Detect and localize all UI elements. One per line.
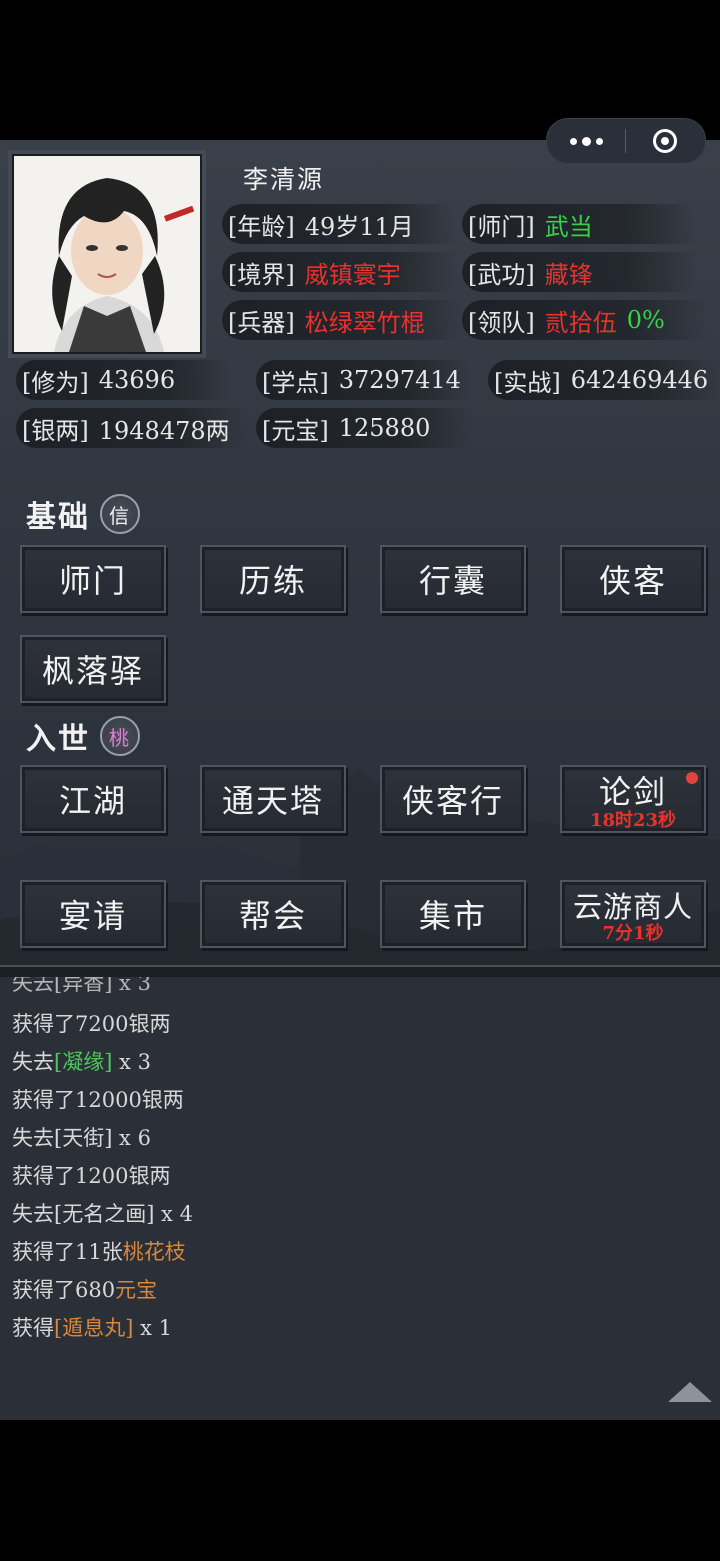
realm-label: [境界]	[228, 260, 295, 289]
team-label: [领队]	[468, 308, 535, 337]
sect-row: [师门] 武当	[462, 204, 698, 244]
log-line: 失去[天街] x 6	[12, 1126, 151, 1150]
log-text: 失去	[12, 1050, 54, 1074]
log-line-partial: 失去[异香] x 3	[12, 977, 151, 995]
log-item: [遁息丸]	[54, 1316, 134, 1340]
martial-row: [武功] 藏锋	[462, 252, 698, 292]
button-jianghu-label: 江湖	[58, 782, 127, 820]
button-jishi-label: 集市	[418, 897, 487, 935]
yunyou-timer: 7分1秒	[602, 923, 664, 944]
message-log[interactable]: 失去[异香] x 3 获得了7200银两 失去[凝缘] x 3 获得了12000…	[0, 977, 720, 1420]
silver-row: [银两] 1948478两	[16, 408, 248, 448]
log-line: 获得[遁息丸] x 1	[12, 1312, 172, 1342]
lunjian-timer: 18时23秒	[589, 810, 677, 831]
log-qty: x 1	[133, 1316, 172, 1340]
section-world-title: 入世	[26, 722, 90, 757]
button-tongtianta-label: 通天塔	[221, 782, 324, 820]
combat-label: [实战]	[494, 368, 561, 397]
points-value: 37297414	[338, 366, 461, 394]
close-target-icon[interactable]	[626, 119, 704, 163]
yuanbao-value: 125880	[338, 414, 431, 442]
button-lunjian[interactable]: 论剑 18时23秒	[560, 765, 706, 833]
realm-value: 威镇寰宇	[304, 260, 401, 289]
button-xiakexing-label: 侠客行	[401, 782, 504, 820]
button-jianghu[interactable]: 江湖	[20, 765, 166, 833]
button-banghui-label: 帮会	[238, 897, 307, 935]
martial-label: [武功]	[468, 260, 535, 289]
cultivation-value: 43696	[98, 366, 176, 394]
combat-row: [实战] 642469446	[488, 360, 720, 400]
button-yunyou-shangren[interactable]: 云游商人 7分1秒	[560, 880, 706, 948]
button-yanqing-label: 宴请	[58, 897, 127, 935]
button-xiake[interactable]: 侠客	[560, 545, 706, 613]
age-label: [年龄]	[228, 212, 295, 241]
points-label: [学点]	[262, 368, 329, 397]
weapon-label: [兵器]	[228, 308, 295, 337]
log-line: 获得了7200银两	[12, 1012, 171, 1036]
yuanbao-label: [元宝]	[262, 416, 329, 445]
main-panel: 李清源 [年龄] 49岁11月 [师门] 武当 [境界] 威镇寰宇 [武功] 藏…	[0, 140, 720, 970]
points-row: [学点] 37297414	[256, 360, 472, 400]
avatar	[14, 156, 200, 352]
button-yanqing[interactable]: 宴请	[20, 880, 166, 948]
team-row: [领队] 贰拾伍 0%	[462, 300, 708, 340]
section-basic-title: 基础	[26, 500, 90, 535]
button-fengluoyi[interactable]: 枫落驿	[20, 635, 166, 703]
button-tongtianta[interactable]: 通天塔	[200, 765, 346, 833]
weapon-value: 松绿翠竹棍	[304, 308, 425, 337]
button-yunyou-label: 云游商人	[572, 890, 693, 924]
martial-value: 藏锋	[544, 260, 593, 289]
section-world: 入世 桃	[26, 714, 140, 758]
sect-label: [师门]	[468, 212, 535, 241]
silver-label: [银两]	[22, 416, 89, 445]
button-lilian[interactable]: 历练	[200, 545, 346, 613]
log-item: 桃花枝	[122, 1240, 186, 1264]
log-item: [凝缘]	[54, 1050, 113, 1074]
button-shimen[interactable]: 师门	[20, 545, 166, 613]
button-banghui[interactable]: 帮会	[200, 880, 346, 948]
scroll-up-arrow-icon[interactable]	[668, 1382, 712, 1402]
section-basic: 基础 信	[26, 492, 140, 536]
log-line: 获得了12000银两	[12, 1088, 184, 1112]
log-text: 获得	[12, 1316, 54, 1340]
mini-program-capsule	[546, 118, 706, 164]
silver-value: 1948478两	[98, 416, 230, 445]
button-xiakexing[interactable]: 侠客行	[380, 765, 526, 833]
log-line: 失去[无名之画] x 4	[12, 1202, 193, 1226]
seal-xin-icon[interactable]: 信	[100, 494, 140, 534]
log-line: 获得了1200银两	[12, 1164, 171, 1188]
team-value: 贰拾伍	[544, 308, 617, 337]
team-percent: 0%	[626, 306, 665, 334]
sect-value: 武当	[544, 212, 593, 241]
log-text: 获得了680	[12, 1278, 116, 1302]
bottom-black-bar	[0, 1420, 720, 1561]
age-value: 49岁11月	[304, 212, 414, 241]
realm-row: [境界] 威镇寰宇	[222, 252, 458, 292]
more-dots-icon[interactable]	[547, 119, 625, 163]
button-jishi[interactable]: 集市	[380, 880, 526, 948]
button-xingnang[interactable]: 行囊	[380, 545, 526, 613]
character-portrait[interactable]	[12, 154, 202, 354]
combat-value: 642469446	[570, 366, 709, 394]
age-row: [年龄] 49岁11月	[222, 204, 458, 244]
seal-tao-icon[interactable]: 桃	[100, 716, 140, 756]
log-item: 元宝	[115, 1278, 158, 1302]
log-line: 失去[凝缘] x 3	[12, 1046, 151, 1076]
button-lunjian-label: 论剑	[598, 773, 667, 811]
log-text: 获得了11张	[12, 1240, 123, 1264]
notification-dot	[686, 772, 698, 784]
weapon-row: [兵器] 松绿翠竹棍	[222, 300, 464, 340]
log-line: 获得了680元宝	[12, 1274, 157, 1304]
character-name: 李清源	[243, 165, 325, 194]
cultivation-row: [修为] 43696	[16, 360, 232, 400]
log-line: 获得了11张桃花枝	[12, 1236, 186, 1266]
cultivation-label: [修为]	[22, 368, 89, 397]
yuanbao-row: [元宝] 125880	[256, 408, 472, 448]
log-qty: x 3	[112, 1050, 151, 1074]
